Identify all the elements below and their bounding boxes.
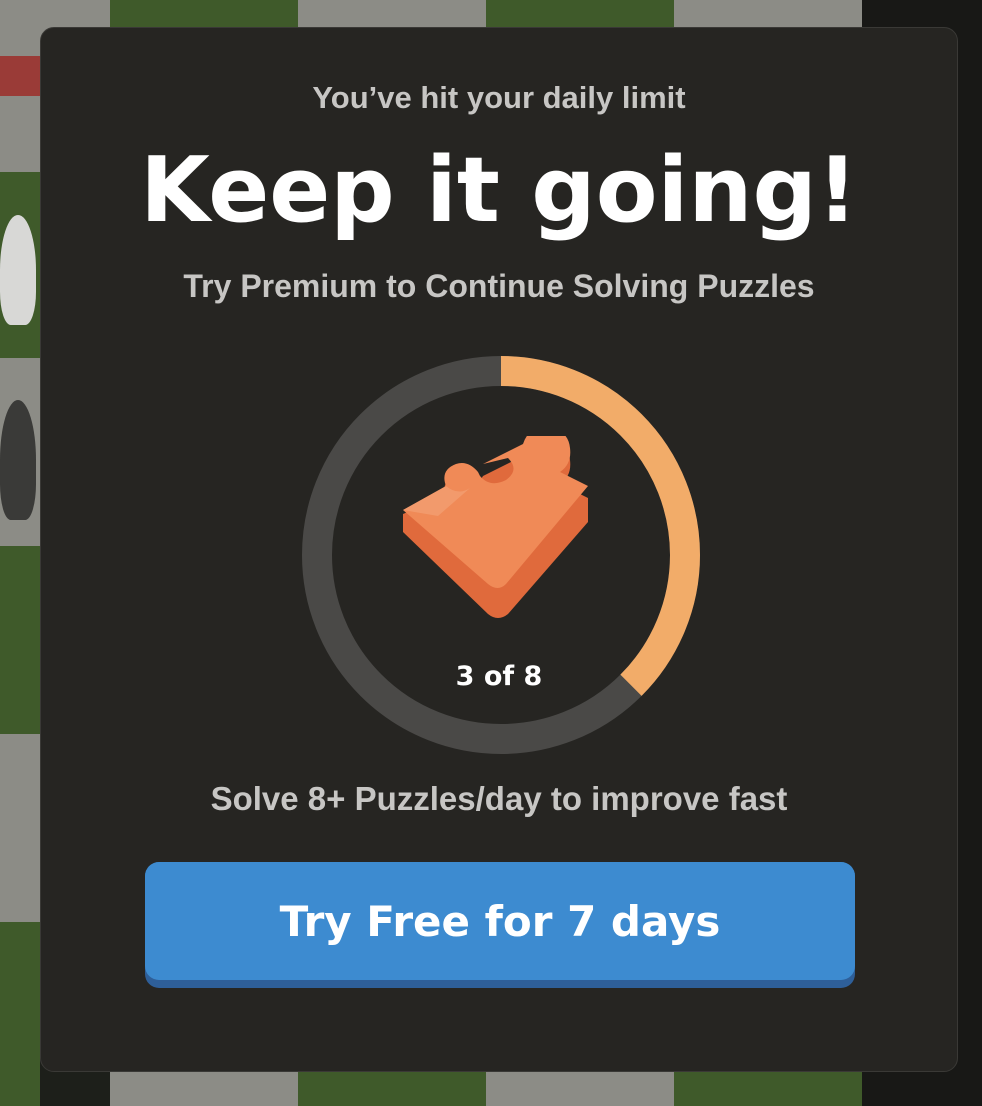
premium-subtitle: Try Premium to Continue Solving Puzzles — [183, 268, 815, 304]
try-free-button[interactable]: Try Free for 7 days — [145, 862, 855, 988]
progress-count: 3 of 8 — [455, 661, 543, 692]
board-square — [486, 0, 674, 28]
black-pawn-icon — [0, 400, 36, 520]
limit-notice: You’ve hit your daily limit — [312, 80, 686, 115]
board-square — [0, 96, 40, 172]
board-square — [674, 0, 862, 28]
white-pawn-icon — [0, 215, 36, 325]
board-square — [0, 734, 40, 922]
puzzle-piece-icon — [403, 436, 588, 618]
last-move-highlight — [0, 56, 40, 96]
modal-headline: Keep it going! — [140, 138, 858, 243]
board-square — [110, 1072, 298, 1106]
board-square — [674, 1072, 862, 1106]
board-square — [0, 922, 40, 1106]
try-free-button-label: Try Free for 7 days — [145, 862, 855, 980]
daily-limit-modal: You’ve hit your daily limit Keep it goin… — [40, 27, 958, 1072]
board-square — [0, 546, 40, 734]
board-square — [486, 1072, 674, 1106]
improvement-tagline: Solve 8+ Puzzles/day to improve fast — [210, 780, 788, 817]
board-square — [298, 0, 486, 28]
board-square — [298, 1072, 486, 1106]
